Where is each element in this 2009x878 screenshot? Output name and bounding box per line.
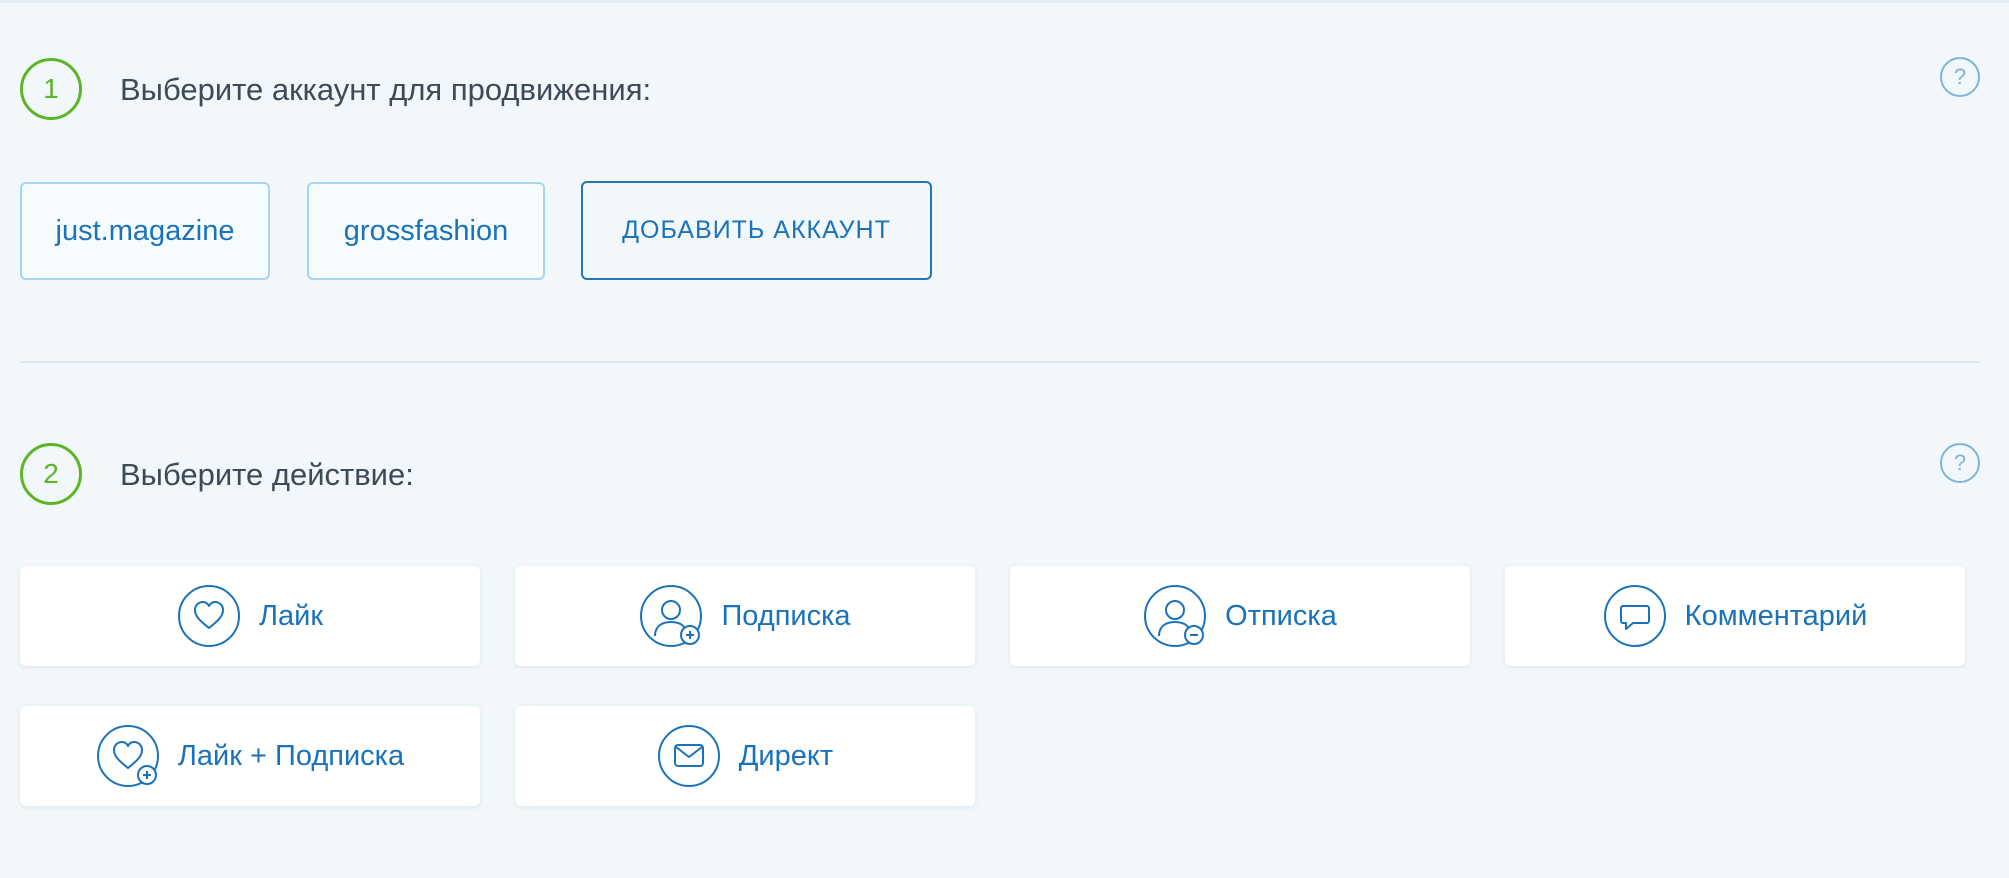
action-label: Директ — [738, 739, 834, 772]
step-2-badge: 2 — [20, 443, 82, 505]
account-label: just.magazine — [55, 214, 235, 247]
step-1-title: Выберите аккаунт для продвижения: — [120, 72, 652, 107]
step-2-number: 2 — [43, 458, 59, 489]
step-2-help-icon[interactable]: ? — [1940, 443, 1980, 483]
action-like-follow-button[interactable]: Лайк + Подписка — [20, 706, 480, 806]
step-1-badge: 1 — [20, 58, 82, 120]
action-comment-button[interactable]: Комментарий — [1505, 566, 1965, 666]
action-follow-button[interactable]: Подписка — [515, 566, 975, 666]
action-label: Подписка — [721, 599, 851, 632]
section-divider — [20, 361, 1980, 363]
action-label: Комментарий — [1684, 599, 1868, 632]
action-like-button[interactable]: Лайк — [20, 566, 480, 666]
top-divider — [0, 0, 2009, 3]
account-button-just-magazine[interactable]: just.magazine — [20, 182, 270, 280]
action-direct-button[interactable]: Директ — [515, 706, 975, 806]
heart-plus-icon — [96, 724, 160, 788]
account-label: grossfashion — [343, 214, 509, 247]
add-account-button[interactable]: ДОБАВИТЬ АККАУНТ — [581, 181, 932, 280]
help-glyph: ? — [1953, 450, 1967, 475]
step-1-help-icon[interactable]: ? — [1940, 57, 1980, 97]
action-label: Лайк + Подписка — [177, 739, 405, 772]
step-1-number: 1 — [43, 73, 59, 104]
action-unfollow-button[interactable]: Отписка — [1010, 566, 1470, 666]
user-minus-icon — [1143, 584, 1207, 648]
help-glyph: ? — [1953, 64, 1967, 89]
step-2-title: Выберите действие: — [120, 457, 414, 492]
action-label: Отписка — [1225, 599, 1337, 632]
user-plus-icon — [639, 584, 703, 648]
mail-icon — [657, 724, 721, 788]
heart-icon — [177, 584, 241, 648]
account-button-grossfashion[interactable]: grossfashion — [307, 182, 545, 280]
add-account-label: ДОБАВИТЬ АККАУНТ — [622, 216, 891, 244]
comment-icon — [1603, 584, 1667, 648]
action-label: Лайк — [258, 599, 324, 632]
